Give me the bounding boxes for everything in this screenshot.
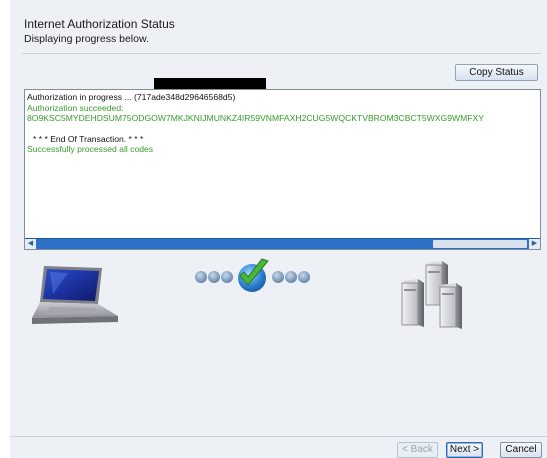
log-line-progress: Authorization in progress ... (717ade348… — [27, 92, 236, 102]
footer-divider — [10, 436, 547, 437]
page-title: Internet Authorization Status — [24, 17, 175, 31]
laptop-icon — [32, 266, 118, 324]
header-divider — [22, 53, 541, 54]
authorization-dialog: Internet Authorization Status Displaying… — [10, 0, 547, 458]
progress-checkmark-icon — [195, 258, 310, 292]
scrollbar-thumb[interactable] — [433, 240, 527, 248]
horizontal-scrollbar[interactable]: ◀ ▶ — [25, 238, 540, 249]
log-line-end-transaction: * * * End Of Transaction. * * * — [33, 133, 144, 144]
servers-icon — [401, 261, 462, 329]
scroll-right-icon[interactable]: ▶ — [529, 239, 540, 249]
page-subtitle: Displaying progress below. — [24, 33, 149, 45]
status-log-lines: Authorization in progress ... (717ade348… — [27, 92, 540, 237]
copy-status-button[interactable]: Copy Status — [455, 64, 538, 81]
next-button[interactable]: Next > — [446, 442, 483, 458]
status-log-box[interactable]: Authorization in progress ... (717ade348… — [24, 89, 541, 250]
log-line-processed: Successfully processed all codes — [27, 144, 154, 154]
log-line-succeeded: Authorization succeeded: — [27, 102, 124, 113]
back-button[interactable]: < Back — [397, 442, 438, 458]
cancel-button[interactable]: Cancel — [500, 442, 542, 458]
log-line-code: 8O9KSC5MYDEHDSUM75ODGOW7MKJKNIJMUNKZ4IR5… — [27, 113, 484, 123]
redaction-bar — [154, 78, 266, 89]
scroll-left-icon[interactable]: ◀ — [25, 239, 36, 249]
